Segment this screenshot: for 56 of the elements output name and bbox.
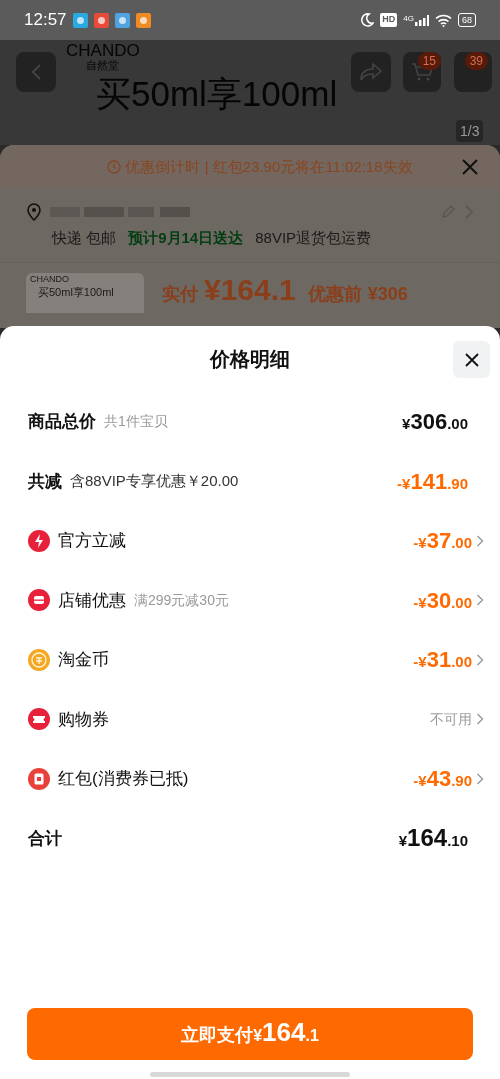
- row-label: 购物券: [58, 708, 109, 731]
- moon-icon: [360, 13, 375, 27]
- row-note: 共1件宝贝: [104, 412, 168, 432]
- pay-amount: ¥164.1: [204, 274, 296, 305]
- before-label: 优惠前: [307, 282, 362, 306]
- price-amount: ¥306.00: [402, 408, 468, 437]
- row-note: 含88VIP专享优惠￥20.00: [70, 471, 239, 491]
- row-label: 店铺优惠: [58, 589, 126, 612]
- price-amount: -¥37.00: [413, 527, 472, 556]
- app-notification-icon: [135, 12, 151, 28]
- image-counter: 1/3: [456, 120, 484, 142]
- pay-label: 实付: [162, 282, 198, 306]
- eta-text: 预计9月14日送达: [128, 228, 244, 248]
- status-time: 12:57: [24, 9, 67, 32]
- price-amount: -¥43.90: [413, 765, 472, 794]
- before-amount: ¥306: [367, 282, 408, 306]
- delivery-text: 快递 包邮: [52, 228, 117, 248]
- row-label: 红包(消费券已抵): [58, 768, 189, 790]
- clock-icon: [107, 160, 122, 174]
- row-label: 共减: [28, 470, 62, 493]
- pay-button[interactable]: 立即支付¥164.1: [27, 1008, 473, 1060]
- network-type: 4G: [403, 14, 414, 23]
- signal-icon: [415, 14, 429, 26]
- price-amount: -¥141.90: [397, 467, 468, 496]
- status-text: 不可用: [430, 709, 472, 729]
- more-button[interactable]: 39: [454, 52, 492, 92]
- thumbnail-text: 买50ml享100ml: [38, 286, 115, 298]
- countdown-text: 优惠倒计时 | 红包23.90元将在11:02:18失效: [125, 156, 413, 177]
- app-notification-icon: [114, 12, 130, 28]
- app-notification-icon: [93, 12, 109, 28]
- share-icon: [359, 62, 383, 82]
- more-badge: 39: [464, 52, 488, 70]
- edit-icon: [440, 204, 456, 220]
- row-label: 合计: [28, 827, 62, 850]
- close-icon: [461, 158, 479, 176]
- close-button[interactable]: [453, 341, 490, 378]
- cart-button[interactable]: 15: [403, 52, 441, 92]
- wifi-icon: [435, 13, 452, 27]
- row-label: 淘金币: [58, 649, 109, 671]
- thumbnail-brand: CHANDO: [30, 274, 70, 284]
- return-note: 88VIP退货包运费: [255, 228, 372, 248]
- row-label: 官方立减: [58, 530, 126, 552]
- price-amount: ¥164.10: [398, 823, 468, 854]
- cart-badge: 15: [417, 52, 441, 70]
- close-icon: [463, 351, 480, 368]
- row-label: 商品总价: [28, 411, 96, 433]
- location-icon: [26, 203, 42, 221]
- sheet-title: 价格明细: [210, 347, 290, 372]
- battery-indicator: 68: [458, 13, 476, 27]
- hd-indicator: HD: [380, 13, 398, 27]
- back-icon: [30, 63, 42, 81]
- price-amount: -¥31.00: [413, 646, 472, 675]
- price-amount: -¥30.00: [413, 586, 472, 615]
- chevron-right-icon: [464, 204, 474, 220]
- app-notification-icon: [72, 12, 88, 28]
- row-note: 满299元减30元: [134, 590, 229, 610]
